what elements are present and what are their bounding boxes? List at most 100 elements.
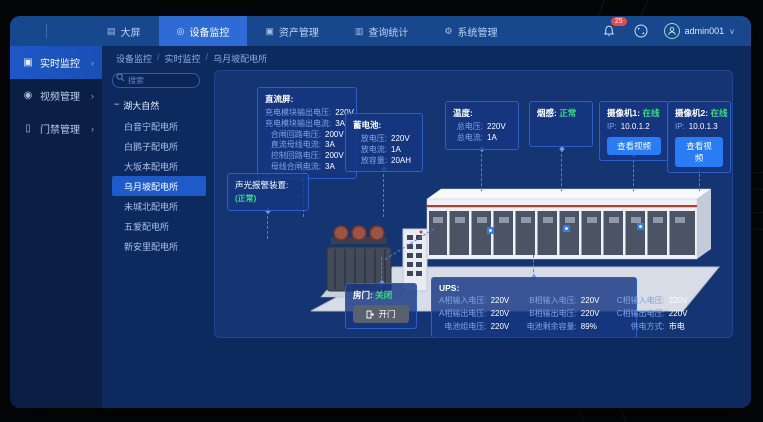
temperature-panel: 温度: 总电压:220V 总电流:1A [445,101,519,150]
field-value: 220V [581,309,605,320]
panel-title: 直流屏: [265,93,349,105]
tree-item[interactable]: 白鹅子配电所 [112,136,206,156]
alarm-label: 声光报警装置: [235,179,301,191]
door-panel: 房门: 关闭 开门 [345,283,417,329]
fullscreen-icon [634,24,648,38]
chevron-down-icon: ∨ [729,27,735,36]
chevron-right-icon: › [91,124,94,134]
tree-item[interactable]: 大坂本配电所 [112,156,206,176]
sound-light-alarm-panel: 声光报警装置: (正常) [227,173,309,211]
ip-label: IP: [675,122,685,133]
fullscreen-button[interactable] [632,22,650,40]
ip-label: IP: [607,122,617,133]
alarm-status: (正常) [235,194,259,205]
user-icon [667,26,677,36]
field-label: 母线合闸电流: [265,162,321,173]
field-label: A相输入电压: [439,296,487,307]
substation-tree: − 湖大自然 白音宁配电所 白鹅子配电所 大坂本配电所 乌月坡配电所 未城北配电… [112,70,206,398]
field-value: 1A [391,145,415,156]
nav-item-bigscreen[interactable]: ▤ 大屏 [89,16,159,46]
field-value: 220V [487,122,511,133]
top-navbar: ▤ 大屏 ◎ 设备监控 ▣ 资产管理 ▥ 查询统计 ⚙ 系统管理 [10,16,751,46]
field-label: 充电模块输出电流: [265,119,331,130]
tree-item[interactable]: 白音宁配电所 [112,116,206,136]
video-icon: ◉ [22,90,34,101]
door-access-icon: ▯ [22,123,34,134]
field-label: 放容量: [353,156,387,167]
breadcrumb-item[interactable]: 乌月坡配电所 [213,52,267,65]
screen-frame: ▤ 大屏 ◎ 设备监控 ▣ 资产管理 ▥ 查询统计 ⚙ 系统管理 [0,0,763,422]
tree-root-node[interactable]: − 湖大自然 [112,96,206,116]
field-label: 电池剩余容量: [527,322,577,333]
panel-title: 蓄电池: [353,119,415,131]
monitor-icon: ◎ [177,26,185,37]
nav-item-device-monitor[interactable]: ◎ 设备监控 [159,16,248,46]
tree-item[interactable]: 五爱配电所 [112,216,206,236]
tree-item[interactable]: 新安里配电所 [112,236,206,256]
status-badge: 在线 [642,108,659,118]
nav-item-system-mgmt[interactable]: ⚙ 系统管理 [426,16,515,46]
nav-divider [46,24,47,38]
nav-item-asset-mgmt[interactable]: ▣ 资产管理 [247,16,337,46]
connector-line [383,169,384,217]
field-value: 220V [491,296,515,307]
field-label: 电池组电压: [439,322,487,333]
door-label: 房门: 关闭 [353,289,409,301]
sidebar-item-label: 实时监控 [40,55,80,70]
tree-search [112,70,206,88]
connector-line [481,149,482,191]
breadcrumb-separator: / [206,52,209,65]
field-value: 89% [581,322,605,333]
panel-title: 温度: [453,107,511,119]
view-video-button[interactable]: 查看视频 [675,137,723,167]
panel-title: 摄像机2: 在线 [675,107,723,119]
field-label: 总电压: [453,122,483,133]
tree-item-selected[interactable]: 乌月坡配电所 [112,176,206,196]
collapse-icon: − [114,99,119,112]
field-value: 市电 [669,322,693,333]
breadcrumb: 设备监控 / 实时监控 / 乌月坡配电所 [102,46,751,67]
avatar [664,23,680,39]
breadcrumb-item[interactable]: 实时监控 [165,52,201,65]
door-open-icon [366,310,374,319]
realtime-monitor-icon: ▣ [22,57,34,68]
sidebar-item-realtime-monitor[interactable]: ▣ 实时监控 › [10,46,102,79]
tree-item[interactable]: 未城北配电所 [112,196,206,216]
camera1-panel: 摄像机1: 在线 IP: 10.0.1.2 查看视频 [599,101,669,161]
nav-item-query-stats[interactable]: ▥ 查询统计 [337,16,427,46]
username: admin001 [685,26,725,36]
field-value: 220V [581,296,605,307]
view-video-button[interactable]: 查看视频 [607,137,661,155]
breadcrumb-separator: / [157,52,160,65]
smoke-detector-panel: 烟感: 正常 [529,101,593,147]
tree-root-label: 湖大自然 [123,99,159,112]
tree-search-input[interactable] [112,73,200,88]
query-icon: ▥ [355,26,364,37]
ip-value: 10.0.1.2 [621,122,650,133]
field-value: 220V [491,322,515,333]
dc-screen-panel: 直流屏: 充电模块输出电压:220V 充电模块输出电流:3A 合闸回路电压:20… [257,87,357,179]
panel-title: 烟感: 正常 [537,107,585,119]
user-menu[interactable]: admin001 ∨ [664,23,735,39]
navbar-right: 25 admin001 ∨ [600,22,751,40]
notification-bell-button[interactable]: 25 [600,22,618,40]
sidebar-item-video-mgmt[interactable]: ◉ 视频管理 › [10,79,102,112]
open-door-button[interactable]: 开门 [353,305,409,323]
asset-icon: ▣ [265,26,274,37]
sidebar-item-access-mgmt[interactable]: ▯ 门禁管理 › [10,112,102,145]
connector-line [533,255,534,277]
bell-icon [603,25,615,38]
panel-title: 摄像机1: 在线 [607,107,661,119]
status-badge: 正常 [559,108,576,118]
ip-value: 10.0.1.3 [689,122,718,133]
status-badge: 在线 [710,108,727,118]
field-label: 供电方式: [617,322,665,333]
connector-line [561,149,562,191]
field-label: A相输出电压: [439,309,487,320]
field-value: 220V [391,134,415,145]
field-label: 放电压: [353,134,387,145]
breadcrumb-item[interactable]: 设备监控 [116,52,152,65]
chevron-right-icon: › [91,58,94,68]
gear-icon: ⚙ [444,26,452,37]
nav-item-label: 大屏 [121,24,141,39]
